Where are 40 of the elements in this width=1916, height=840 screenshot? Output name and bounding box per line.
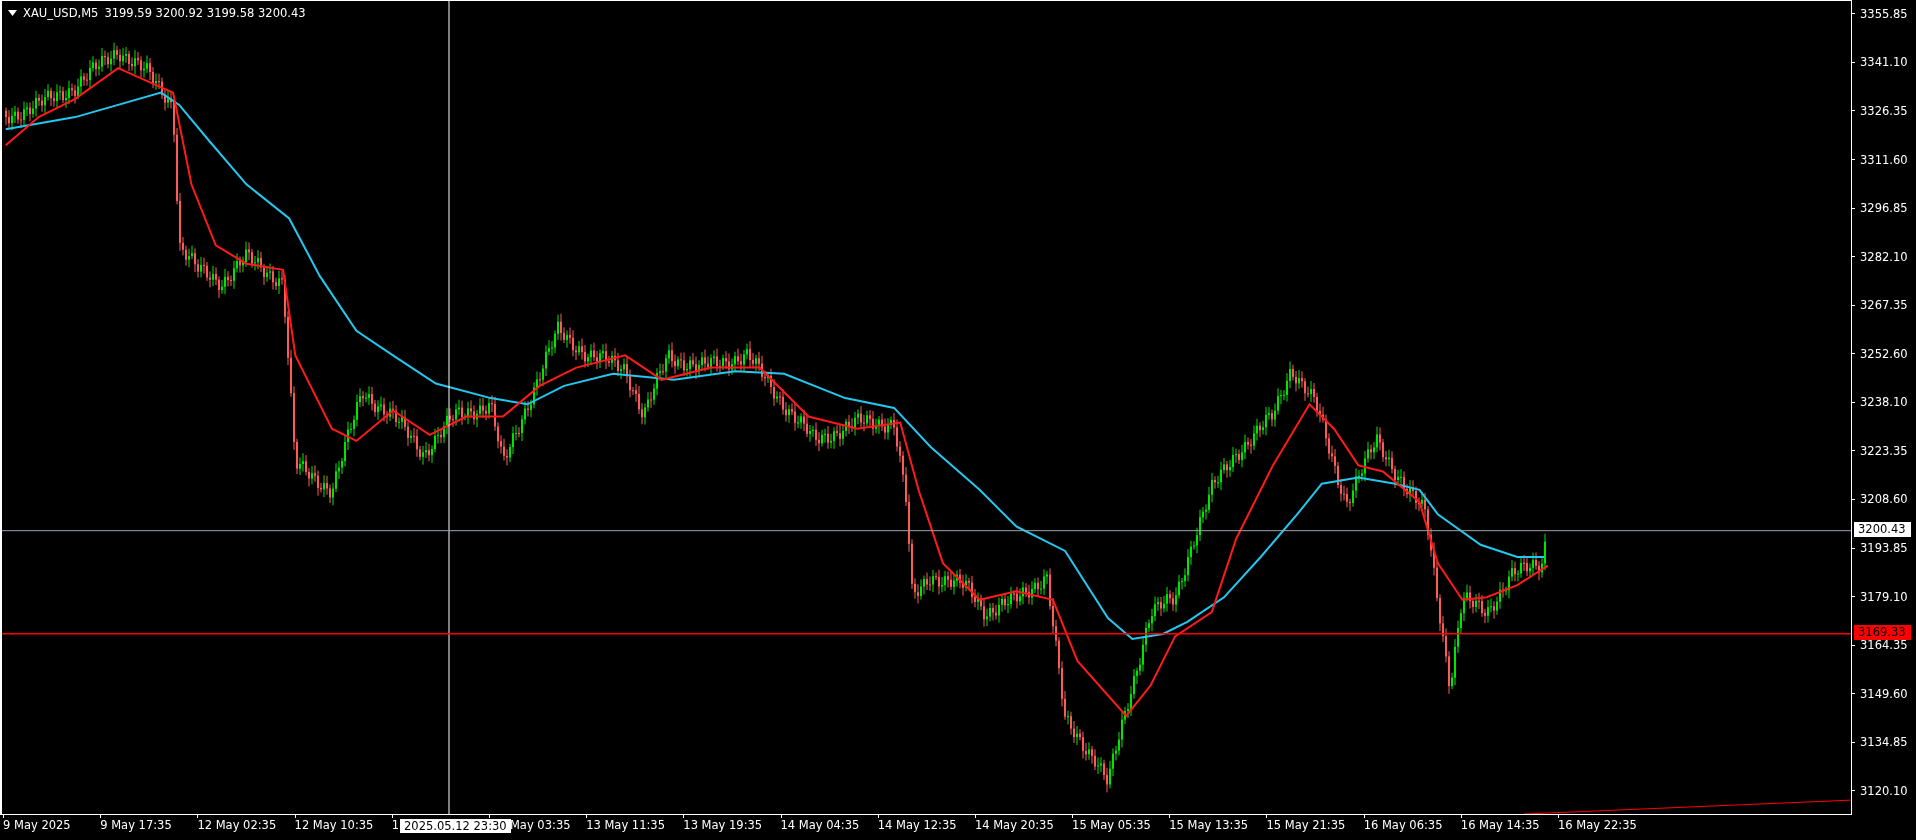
time-axis-label: 9 May 2025 <box>3 818 71 832</box>
time-axis-label: 15 May 13:35 <box>1169 818 1249 832</box>
price-axis-label: 3341.10 <box>1860 55 1908 70</box>
price-axis-label: 3238.10 <box>1860 395 1908 410</box>
price-axis-label: 3179.10 <box>1860 589 1908 604</box>
dropdown-triangle-icon[interactable] <box>8 10 17 16</box>
price-axis-label: 3252.60 <box>1860 346 1908 361</box>
time-axis-label: 9 May 17:35 <box>100 818 172 832</box>
time-axis-label: 16 May 06:35 <box>1363 818 1443 832</box>
time-axis-label: 15 May 21:35 <box>1266 818 1346 832</box>
crosshair-time-label: 2025.05.12 23:30 <box>400 819 511 833</box>
time-axis-label: 12 May 10:35 <box>294 818 374 832</box>
price-axis-label: 3296.85 <box>1860 201 1908 216</box>
price-axis-label: 3267.35 <box>1860 298 1908 313</box>
price-tag: 3169.33 <box>1854 624 1911 640</box>
time-axis-label: 13 May 11:35 <box>586 818 665 832</box>
price-axis-label: 3134.85 <box>1860 735 1908 750</box>
price-axis-label: 3326.35 <box>1860 103 1908 118</box>
price-axis-label: 3208.60 <box>1860 492 1908 507</box>
time-axis-label: 1 <box>391 818 400 832</box>
time-axis-label: 14 May 20:35 <box>974 818 1054 832</box>
time-axis-label: 14 May 04:35 <box>780 818 860 832</box>
price-axis-label: 3223.35 <box>1860 443 1908 458</box>
price-tag: 3200.43 <box>1854 521 1911 537</box>
price-axis-label: 3193.85 <box>1860 541 1908 555</box>
price-axis-label: 3355.85 <box>1860 6 1908 21</box>
time-axis-label: 14 May 12:35 <box>877 818 957 832</box>
time-axis-label: 15 May 05:35 <box>1072 818 1151 832</box>
price-axis-label: 3149.60 <box>1860 686 1908 701</box>
price-axis-label: 3311.60 <box>1860 152 1908 167</box>
time-axis-label: 16 May 22:35 <box>1558 818 1637 832</box>
ohlc-values: 3199.59 3200.92 3199.58 3200.43 <box>104 6 306 20</box>
price-axis-label: 3282.10 <box>1860 249 1908 264</box>
chart-symbol: XAU_USD,M5 <box>23 6 99 20</box>
time-axis-label: 16 May 14:35 <box>1460 818 1540 832</box>
time-axis-label: May 03:35 <box>509 818 571 832</box>
time-axis-label: 13 May 19:35 <box>683 818 763 832</box>
price-axis-label: 3120.10 <box>1860 783 1908 798</box>
price-axis-label: 3164.35 <box>1860 638 1908 653</box>
time-axis-label: 12 May 02:35 <box>197 818 277 832</box>
